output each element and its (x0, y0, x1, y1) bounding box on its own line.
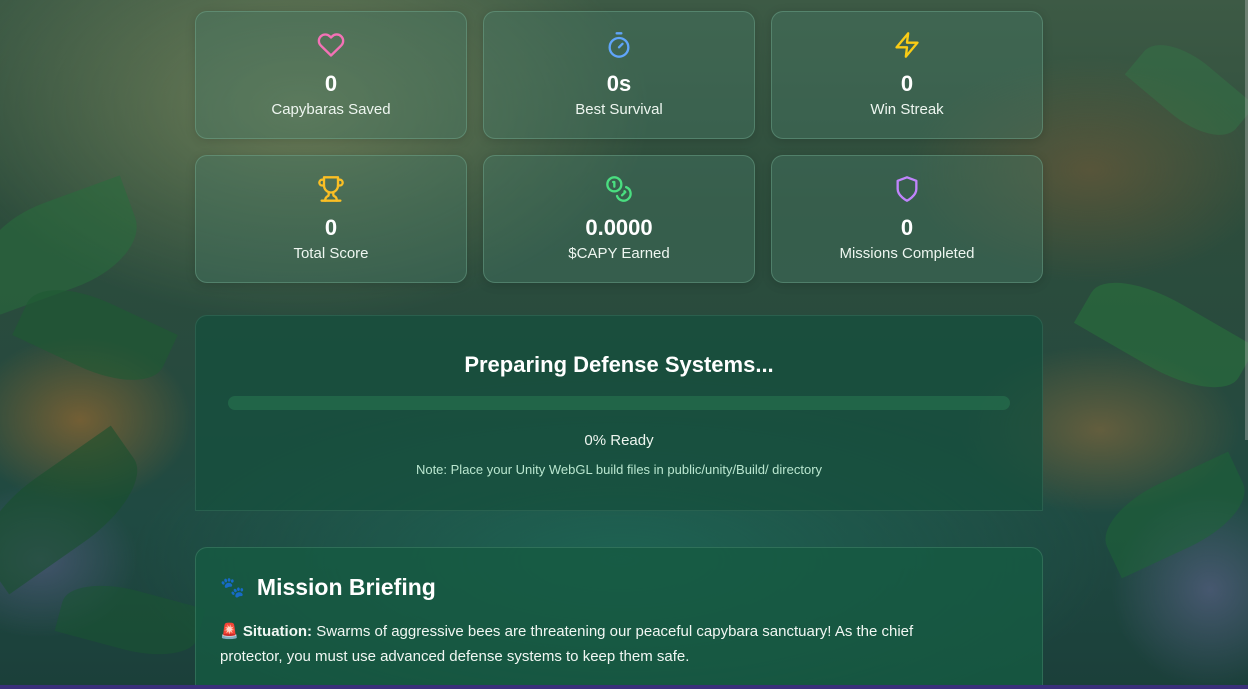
paw-icon: 🐾 (220, 577, 245, 599)
bottom-bar (0, 685, 1248, 689)
stats-grid: 0 Capybaras Saved 0s Best Survival 0 Win… (195, 11, 1043, 283)
game-loading-panel: Preparing Defense Systems... 0% Ready No… (195, 315, 1043, 511)
stat-label: $CAPY Earned (568, 245, 670, 262)
stat-value: 0s (606, 71, 632, 96)
stat-card-total-score: 0 Total Score (195, 155, 467, 283)
stat-label: Missions Completed (839, 245, 975, 262)
mission-briefing-panel: 🐾 Mission Briefing 🚨 Situation: Swarms o… (195, 547, 1043, 689)
stat-value: 0 (324, 71, 338, 96)
trophy-icon (316, 174, 346, 204)
lightning-icon (892, 30, 922, 60)
shield-icon (892, 174, 922, 204)
siren-icon: 🚨 (220, 623, 239, 640)
stat-card-capybaras-saved: 0 Capybaras Saved (195, 11, 467, 139)
loading-progress-text: 0% Ready (584, 432, 654, 449)
heart-icon (316, 30, 346, 60)
stat-label: Best Survival (575, 101, 663, 118)
stat-card-capy-earned: 0.0000 $CAPY Earned (483, 155, 755, 283)
stat-value: 0 (900, 215, 914, 240)
stat-value: 0 (324, 215, 338, 240)
stat-card-best-survival: 0s Best Survival (483, 11, 755, 139)
briefing-situation: 🚨 Situation: Swarms of aggressive bees a… (220, 619, 1018, 669)
stat-label: Win Streak (870, 101, 944, 118)
stopwatch-icon (604, 30, 634, 60)
stat-value: 0.0000 (585, 215, 653, 240)
stat-card-missions-completed: 0 Missions Completed (771, 155, 1043, 283)
loading-progress-bar (228, 396, 1010, 410)
stat-card-win-streak: 0 Win Streak (771, 11, 1043, 139)
stat-label: Total Score (293, 245, 369, 262)
stat-label: Capybaras Saved (271, 101, 391, 118)
situation-text: Swarms of aggressive bees are threatenin… (220, 623, 914, 665)
situation-label: Situation: (242, 623, 313, 640)
briefing-title: Mission Briefing (256, 574, 436, 600)
loading-note: Note: Place your Unity WebGL build files… (415, 462, 823, 477)
dashboard: 0 Capybaras Saved 0s Best Survival 0 Win… (195, 11, 1043, 511)
coins-icon (604, 174, 634, 204)
loading-title: Preparing Defense Systems... (464, 352, 774, 377)
stat-value: 0 (900, 71, 914, 96)
briefing-header: 🐾 Mission Briefing (220, 574, 1018, 601)
